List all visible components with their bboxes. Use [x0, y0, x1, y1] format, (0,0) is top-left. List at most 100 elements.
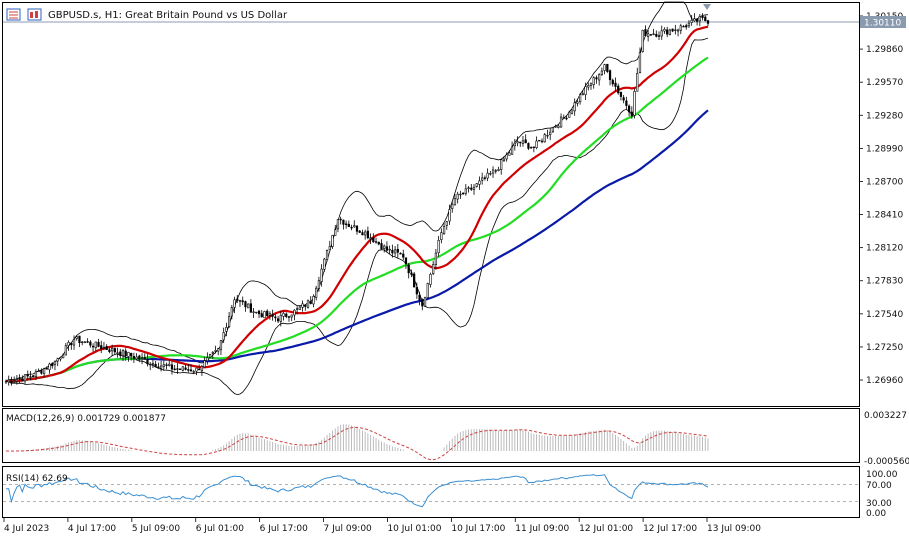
candle-body: [138, 355, 141, 360]
candle-body: [260, 313, 263, 318]
candle-body: [679, 25, 682, 31]
candle-body: [263, 311, 266, 319]
candle-body: [505, 154, 508, 160]
candle-body: [693, 18, 696, 22]
candle-body: [478, 180, 481, 185]
candle-body: [611, 79, 614, 85]
candle-body: [557, 125, 560, 128]
candle-body: [347, 223, 350, 227]
candle-body: [236, 298, 239, 301]
candle-body: [249, 303, 253, 313]
candle-body: [37, 370, 40, 373]
candle-body: [494, 170, 497, 172]
candle-body: [448, 209, 451, 222]
rsi-tick-0: 0.00: [866, 509, 886, 519]
candle-body: [470, 187, 473, 190]
candle-body: [636, 73, 639, 92]
candle-body: [527, 143, 530, 149]
price-tick-label: 1.27540: [866, 310, 903, 320]
candle-body: [111, 347, 114, 352]
price-tick-label: 1.29570: [866, 78, 903, 88]
candle-body: [652, 33, 655, 35]
candle-body: [622, 97, 625, 101]
candle-body: [404, 257, 408, 265]
candle-body: [91, 345, 95, 348]
candle-body: [445, 221, 448, 226]
macd-tick-top: 0.003227: [864, 411, 907, 421]
candle-body: [159, 365, 163, 369]
candle-body: [704, 16, 707, 22]
candle-body: [323, 258, 326, 270]
candle-body: [402, 253, 405, 258]
candle-body: [565, 117, 568, 120]
candle-body: [100, 345, 103, 350]
candle-body: [407, 264, 410, 274]
candle-body: [502, 158, 506, 161]
candle-body: [208, 354, 212, 358]
candle-body: [489, 173, 492, 175]
candle-body: [102, 347, 106, 349]
candle-body: [241, 300, 244, 303]
candle-body: [228, 316, 231, 327]
price-tick-label: 1.27830: [866, 277, 903, 287]
candle-body: [287, 316, 291, 318]
candle-body: [578, 94, 582, 103]
candle-body: [551, 127, 555, 132]
candle-body: [252, 311, 255, 313]
candle-body: [619, 92, 623, 97]
candle-body: [393, 249, 397, 254]
price-tick-label: 1.28120: [866, 244, 903, 254]
candle-body: [657, 35, 661, 37]
candle-body: [508, 152, 511, 156]
candle-body: [334, 229, 337, 236]
time-tick-label: 13 Jul 09:00: [707, 524, 761, 534]
candle-body: [671, 28, 674, 32]
price-tick-label: 1.29280: [866, 111, 903, 121]
candle-body: [521, 140, 525, 144]
candle-body: [676, 29, 680, 32]
header: GBPUSD.s, H1: Great Britain Pound vs US …: [6, 8, 288, 21]
candle-body: [315, 287, 318, 298]
candle-body: [592, 77, 595, 85]
candle-body: [641, 30, 644, 52]
chart-title: GBPUSD.s, H1: Great Britain Pound vs US …: [48, 10, 288, 21]
chart-type-icon[interactable]: [27, 8, 42, 21]
candle-body: [540, 140, 544, 143]
candle-body: [353, 225, 356, 228]
candle-body: [617, 85, 620, 94]
candle-body: [200, 366, 204, 372]
chart-type-icon-bar: [35, 11, 38, 18]
candle-body: [421, 299, 424, 307]
candle-body: [170, 364, 174, 370]
candle-body: [350, 226, 353, 229]
candle-body: [698, 16, 701, 22]
candle-body: [344, 223, 348, 225]
candle-body: [222, 332, 225, 341]
candle-body: [29, 376, 32, 378]
candle-body: [206, 357, 209, 362]
candle-body: [149, 363, 152, 366]
candle-body: [62, 354, 65, 359]
candle-body: [317, 280, 321, 289]
candle-body: [179, 368, 182, 370]
candle-body: [497, 169, 500, 171]
rsi-panel[interactable]: [2, 466, 860, 518]
candle-body: [440, 232, 443, 241]
candle-body: [67, 341, 70, 346]
candle-body: [600, 70, 604, 75]
trading-chart[interactable]: GBPUSD.s, H1: Great Britain Pound vs US …: [0, 0, 909, 536]
candle-body: [257, 310, 261, 315]
candle-body: [633, 91, 636, 116]
candle-body: [189, 369, 193, 372]
candle-body: [331, 235, 334, 247]
candle-body: [543, 134, 546, 143]
candle-body: [192, 371, 195, 373]
candle-body: [608, 70, 612, 80]
candle-body: [399, 252, 402, 255]
candle-body: [589, 83, 593, 86]
candle-body: [538, 139, 541, 142]
candle-body: [535, 140, 538, 148]
price-panel[interactable]: [2, 2, 860, 407]
candle-body: [701, 15, 704, 19]
time-axis: 4 Jul 2023 4 Jul 17:00 5 Jul 09:00 6 Jul 01…: [3, 518, 761, 534]
